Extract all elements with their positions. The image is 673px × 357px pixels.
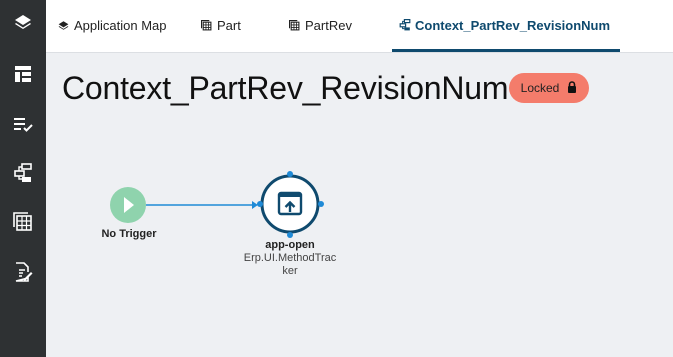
connector-arrowhead (252, 201, 258, 209)
action-type-line2: ker (282, 265, 298, 277)
action-node[interactable] (257, 171, 324, 238)
trigger-label: No Trigger (101, 228, 157, 240)
port-bottom[interactable] (287, 232, 293, 238)
port-top[interactable] (287, 171, 293, 177)
action-label: app-open Erp.UI.MethodTrac ker (238, 239, 342, 278)
flow-canvas (110, 171, 324, 238)
action-type-line1: Erp.UI.MethodTrac (243, 252, 337, 264)
action-name: app-open (265, 239, 315, 251)
trigger-node[interactable] (110, 187, 146, 223)
port-left[interactable] (257, 201, 263, 207)
port-right[interactable] (318, 201, 324, 207)
